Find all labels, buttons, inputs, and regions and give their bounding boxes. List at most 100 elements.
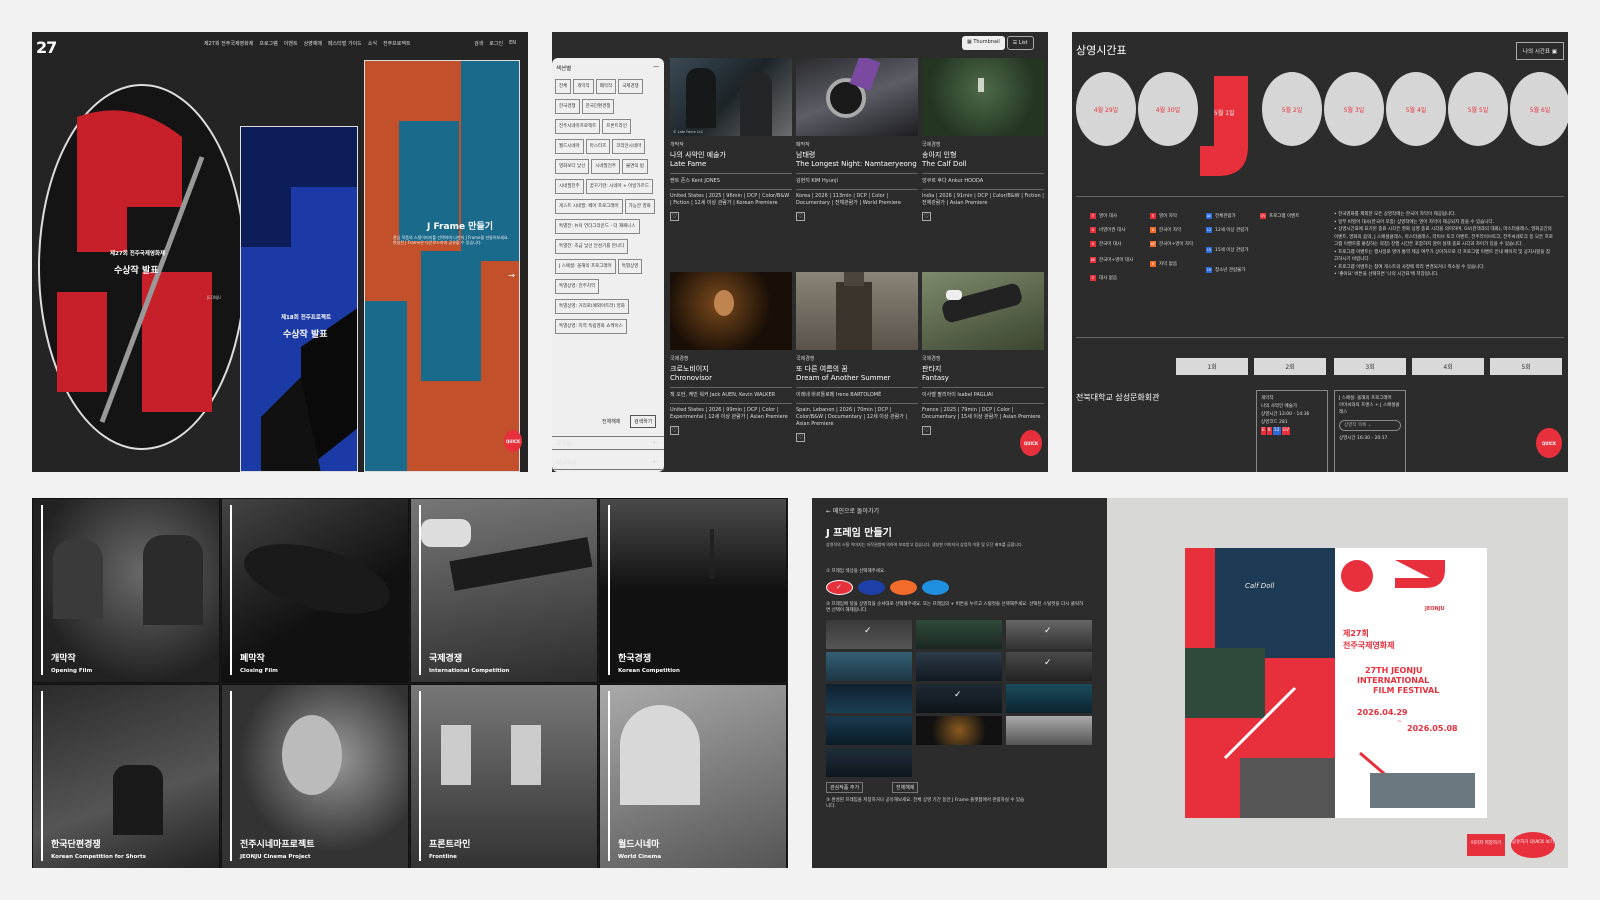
still-thumbnail[interactable]: ✓: [826, 620, 912, 649]
nav-item[interactable]: 프로그램: [259, 40, 277, 47]
login-link[interactable]: 로그인: [489, 40, 503, 47]
date-tab[interactable]: 5월 3일: [1324, 72, 1384, 146]
screening-card[interactable]: 개막작 나의 사악인 예술가 상영시간 13:00 - 14:36 상영코드 2…: [1256, 390, 1328, 472]
date-tab-selected[interactable]: 5월 1일: [1200, 76, 1248, 176]
filter-tag[interactable]: 한국단편경쟁: [581, 99, 615, 114]
film-card[interactable]: 국제경쟁 또 다른 여름의 꿈 Dream of Another Summer …: [796, 272, 918, 442]
still-thumbnail[interactable]: [826, 748, 912, 777]
date-tab[interactable]: 4월 29일: [1076, 72, 1136, 146]
thumbnail-view-button[interactable]: ▦ Thumbnail: [962, 36, 1005, 50]
filter-tag[interactable]: 전주시네마프로젝트: [555, 119, 601, 134]
nav-item[interactable]: 페스티벌 가이드: [328, 40, 362, 47]
still-thumbnail[interactable]: ✓: [1006, 620, 1092, 649]
date-tab[interactable]: 4월 30일: [1138, 72, 1198, 146]
jframe-poster-card[interactable]: J Frame 만들기 관심 작품의 스틸이미지를 선택하여 나만의 J Fra…: [364, 60, 520, 472]
filter-tag[interactable]: 프론트라인: [602, 119, 631, 134]
filter-tag[interactable]: J 스페셜: 올해의 프로그래머: [555, 259, 616, 274]
list-view-button[interactable]: ☰ List: [1006, 36, 1034, 50]
filter-tag[interactable]: 폐막작: [595, 79, 617, 94]
nav-item[interactable]: 제27회 전주국제영화제: [204, 40, 253, 47]
screening-card[interactable]: J 스페셜: 올해의 프로그래머 아마씨와의 프랜스 + J 스페셜클래스 상영…: [1334, 390, 1406, 472]
section-tile-closing[interactable]: 폐막작 Closing Film: [221, 498, 409, 683]
save-image-button[interactable]: 이미지 저장하기: [1467, 834, 1505, 856]
date-tab[interactable]: 5월 5일: [1448, 72, 1508, 146]
share-button[interactable]: 공유하기 QUICK 보기: [1511, 832, 1555, 858]
screening-select[interactable]: 상영작 목록 ⌄: [1339, 420, 1401, 431]
heart-icon[interactable]: ♡: [922, 212, 931, 221]
section-tile-korean[interactable]: 한국경쟁 Korean Competition: [599, 498, 787, 683]
filter-tag[interactable]: 가능한 영화: [624, 199, 655, 214]
date-tab[interactable]: 5월 2일: [1262, 72, 1322, 146]
filter-tag[interactable]: 특별상영: 전주지역: [555, 279, 600, 294]
color-swatch-red[interactable]: ✓: [826, 580, 853, 595]
film-card[interactable]: 국제경쟁 크로노비이지 Chronovisor 잭 오언, 케빈 워커 Jack…: [670, 272, 792, 435]
still-thumbnail[interactable]: [916, 716, 1002, 745]
filter-tag[interactable]: 불면의 밤: [621, 159, 648, 174]
film-card[interactable]: 국제경쟁 판타지 Fantasy 이사벨 팔리아이 Isabel PAGLIAI…: [922, 272, 1044, 435]
section-tile-international[interactable]: 국제경쟁 International Competition: [410, 498, 598, 683]
search-link[interactable]: 검색: [474, 40, 483, 47]
festival-logo[interactable]: 27: [36, 38, 57, 57]
quick-button[interactable]: QUICK: [504, 430, 522, 452]
filter-tag[interactable]: 특별상영: [617, 259, 643, 274]
date-tab[interactable]: 5월 6일: [1510, 72, 1568, 146]
country-filter[interactable]: 국가별 +: [552, 436, 664, 450]
filter-tag[interactable]: 한국경쟁: [555, 99, 580, 114]
heart-icon[interactable]: ♡: [796, 212, 805, 221]
still-thumbnail[interactable]: [1006, 716, 1092, 745]
nav-item[interactable]: 전주프로젝트: [383, 40, 411, 47]
color-swatch-blue[interactable]: [858, 580, 885, 595]
still-thumbnail[interactable]: [826, 684, 912, 713]
film-card[interactable]: 국제경쟁 송아지 인형 The Calf Doll 앙쿠르 후다 Ankur H…: [922, 58, 1044, 221]
filter-tag[interactable]: 특별상영: 거리로(예외아트라) 영화: [555, 299, 629, 314]
next-arrow-icon[interactable]: →: [508, 271, 515, 280]
filter-tag[interactable]: 개막작: [573, 79, 594, 94]
reset-filter-link[interactable]: 전체해제: [602, 418, 620, 425]
nav-item[interactable]: 이벤트: [284, 40, 298, 47]
color-swatch-orange[interactable]: [890, 580, 917, 595]
still-thumbnail[interactable]: [916, 620, 1002, 649]
film-card[interactable]: 폐막작 남태령 The Longest Night: Namtaeryeong …: [796, 58, 918, 221]
section-tile-shorts[interactable]: 한국단편경쟁 Korean Competition for Shorts: [32, 684, 220, 868]
add-favorites-button[interactable]: 관심작품 추가: [826, 782, 864, 793]
quick-button[interactable]: QUICK: [1536, 428, 1562, 458]
filter-tag[interactable]: 마스터즈: [585, 139, 611, 154]
heart-icon[interactable]: ♡: [670, 212, 679, 221]
filter-tag[interactable]: 코리안시네마: [612, 139, 646, 154]
filter-tag[interactable]: 특별전: 뉴욕 언더그라운드 - 더 재패니스: [555, 219, 640, 234]
film-card[interactable]: © Late Fame LLC 개막작 나의 사악인 예술가 Late Fame…: [670, 58, 792, 221]
still-thumbnail[interactable]: ✓: [1006, 652, 1092, 681]
quick-button[interactable]: QUICK: [1020, 430, 1042, 456]
filter-tag[interactable]: 특별전: 조금 낯선 안성기를 만나다: [555, 239, 629, 254]
color-swatch-skyblue[interactable]: [922, 580, 949, 595]
filter-tag[interactable]: 월드시네마: [555, 139, 584, 154]
filter-tag[interactable]: 시네필전주: [555, 179, 584, 194]
project-poster-card[interactable]: 제18회 전주프로젝트 수상작 발표: [240, 126, 358, 472]
filter-tag[interactable]: 특별상영: 지역 독립영화 쇼케이스: [555, 319, 627, 334]
still-thumbnail[interactable]: [826, 652, 912, 681]
heart-icon[interactable]: ♡: [796, 433, 805, 442]
collapse-icon[interactable]: —: [653, 63, 659, 70]
filter-tag[interactable]: 국제경쟁: [618, 79, 643, 94]
still-thumbnail[interactable]: [1006, 684, 1092, 713]
section-tile-world-cinema[interactable]: 월드시네마 World Cinema: [599, 684, 787, 868]
apply-filter-button[interactable]: 검색하기: [630, 415, 657, 428]
nav-item[interactable]: 상영예매: [304, 40, 322, 47]
section-tile-opening[interactable]: 개막작 Opening Film: [32, 498, 220, 683]
awards-poster-card[interactable]: 제27회 전주국제영화제 수상작 발표 JEONJU: [32, 77, 246, 467]
filter-tag[interactable]: 시네필전주: [591, 159, 620, 174]
language-link[interactable]: EN: [509, 40, 516, 47]
heart-icon[interactable]: ♡: [670, 426, 679, 435]
back-link[interactable]: ← 메인으로 돌아가기: [826, 506, 879, 515]
still-thumbnail[interactable]: [826, 716, 912, 745]
still-thumbnail[interactable]: [916, 652, 1002, 681]
my-schedule-button[interactable]: 나의 시간표 ▣: [1515, 42, 1564, 60]
section-tile-frontline[interactable]: 프론트라인 Frontline: [410, 684, 598, 868]
nav-item[interactable]: 소식: [368, 40, 377, 47]
runtime-filter[interactable]: 러닝타임 +: [552, 456, 664, 470]
still-thumbnail[interactable]: ✓: [916, 684, 1002, 713]
date-tab[interactable]: 5월 4일: [1386, 72, 1446, 146]
filter-tag[interactable]: 영화보다 낯선: [555, 159, 590, 174]
reset-selection-button[interactable]: 전체해제: [892, 782, 919, 793]
filter-tag[interactable]: 전체: [555, 79, 572, 94]
